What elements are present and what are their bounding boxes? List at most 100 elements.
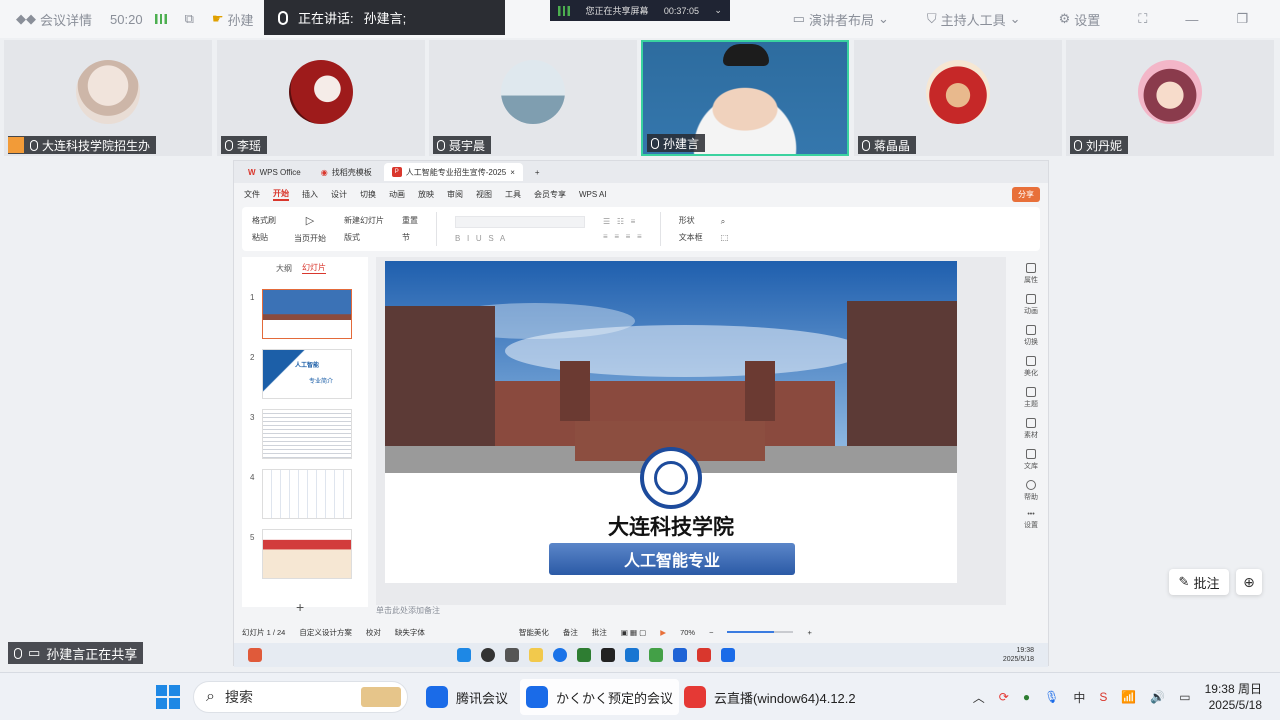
menu-item[interactable]: 工具 (505, 189, 521, 200)
menu-item[interactable]: 插入 (302, 189, 318, 200)
text-format-buttons[interactable]: B I U S A (455, 234, 585, 243)
close-icon[interactable]: × (510, 168, 515, 177)
play-button[interactable]: ▶ (660, 628, 666, 637)
font-family-select[interactable] (455, 215, 585, 228)
animation-tool[interactable]: 动画 (1024, 294, 1038, 316)
beautify-tool[interactable]: 美化 (1024, 356, 1038, 378)
proofread-button[interactable]: 校对 (366, 627, 381, 638)
app-tray-icon[interactable]: ● (1023, 690, 1030, 704)
list-buttons[interactable]: ☰ ☷ ≡ (603, 217, 642, 226)
current-slide[interactable]: 大连科技学院 人工智能专业 (385, 261, 957, 583)
settings-tool[interactable]: ••• 设置 (1024, 511, 1038, 530)
menu-item[interactable]: 设计 (331, 189, 347, 200)
menu-item[interactable]: 审阅 (447, 189, 463, 200)
transition-tool[interactable]: 切换 (1024, 325, 1038, 347)
menu-item[interactable]: 视图 (476, 189, 492, 200)
slide-thumbnail[interactable]: 4 (242, 469, 368, 521)
participant-tile[interactable]: 聂宇晨 (429, 40, 637, 156)
volume-icon[interactable]: 🔊 (1150, 690, 1165, 704)
paste-button[interactable]: 粘贴 (252, 232, 276, 243)
textbox-button[interactable]: 文本框 (679, 232, 703, 243)
slide-thumbnail[interactable]: 5 (242, 529, 368, 581)
tab-outline[interactable]: 大纲 (276, 263, 292, 274)
folder-icon[interactable] (529, 648, 543, 662)
missing-font-button[interactable]: 缺失字体 (395, 627, 425, 638)
menu-item[interactable]: 文件 (244, 189, 260, 200)
section-button[interactable]: 节 (402, 232, 418, 243)
notes-placeholder[interactable]: 单击此处添加备注 (376, 605, 440, 616)
properties-tool[interactable]: 属性 (1024, 263, 1038, 285)
taskbar-app-live-stream[interactable]: 云直播(window64)4.12.2 (678, 679, 862, 715)
layout-button[interactable]: 版式 (344, 232, 384, 243)
app-icon[interactable] (625, 648, 639, 662)
share-button[interactable]: 分享 (1012, 187, 1040, 202)
restore-button[interactable]: ❐ (1236, 11, 1248, 27)
add-slide-button[interactable]: + (296, 599, 304, 615)
new-tab-button[interactable]: + (527, 163, 548, 181)
theme-tool[interactable]: 主题 (1024, 387, 1038, 409)
help-tool[interactable]: 帮助 (1024, 480, 1038, 502)
taskbar-search[interactable]: ⌕ 搜索 (193, 681, 408, 713)
participant-tile[interactable]: 刘丹妮 (1066, 40, 1274, 156)
participant-tile[interactable]: 大连科技学院招生办 (4, 40, 212, 156)
slide-thumbnail[interactable]: 3 (242, 409, 368, 461)
meeting-details-button[interactable]: ◆◆ 会议详情 (16, 10, 92, 29)
zoom-in-icon[interactable]: + (807, 628, 811, 637)
menu-item[interactable]: WPS AI (579, 190, 607, 199)
tencent-meeting-icon[interactable] (721, 648, 735, 662)
taskbar-app-tencent-meeting[interactable]: 腾讯会议 (420, 679, 514, 715)
app-icon[interactable] (601, 648, 615, 662)
screen-share-status[interactable]: 您正在共享屏幕 00:37:05 ⌄ (550, 0, 730, 21)
notes-button[interactable]: 备注 (563, 627, 578, 638)
taskbar-app-scheduled-meeting[interactable]: かくかく预定的会议 (520, 679, 680, 715)
view-buttons[interactable]: ▣ ▦ ▢ (621, 628, 646, 637)
menu-item[interactable]: 放映 (418, 189, 434, 200)
start-icon[interactable] (457, 648, 471, 662)
fullscreen-button[interactable]: ⛶ (1138, 11, 1147, 27)
app-icon[interactable] (673, 648, 687, 662)
design-scheme[interactable]: 自定义设计方案 (299, 627, 352, 638)
task-view-icon[interactable] (505, 648, 519, 662)
wps-icon[interactable] (697, 648, 711, 662)
align-buttons[interactable]: ≡ ≡ ≡ ≡ (603, 232, 642, 241)
search-icon[interactable] (481, 648, 495, 662)
beautify-button[interactable]: 智能美化 (519, 627, 549, 638)
zoom-out-icon[interactable]: − (709, 628, 713, 637)
minimize-button[interactable]: — (1185, 12, 1198, 27)
browser-icon[interactable] (553, 648, 567, 662)
start-button[interactable] (156, 685, 180, 709)
reset-button[interactable]: 重置 (402, 215, 418, 226)
select-icon[interactable]: ⬚ (721, 233, 729, 242)
participant-tile[interactable]: 蒋晶晶 (854, 40, 1062, 156)
system-clock[interactable]: 19:38 周日 2025/5/18 (1205, 681, 1262, 713)
wifi-icon[interactable]: 📶 (1121, 690, 1136, 704)
comments-button[interactable]: 批注 (592, 627, 607, 638)
popout-button[interactable]: ⧉ (185, 11, 194, 27)
app-icon[interactable] (248, 648, 262, 662)
layout-button[interactable]: ▭ 演讲者布局 ⌄ (793, 10, 889, 29)
menu-item[interactable]: 切换 (360, 189, 376, 200)
tab-slides[interactable]: 幻灯片 (302, 262, 326, 274)
from-current-button[interactable]: 当页开始 (294, 233, 326, 244)
shape-button[interactable]: 形状 (679, 215, 703, 226)
app-icon[interactable] (649, 648, 663, 662)
menu-item-active[interactable]: 开始 (273, 188, 289, 201)
wps-tray-icon[interactable]: S (1099, 690, 1107, 704)
active-speaker-tile[interactable]: 孙建言 (641, 40, 849, 156)
host-tools-button[interactable]: ⛉ 主持人工具 ⌄ (927, 10, 1021, 29)
tab-document[interactable]: P 人工智能专业招生宣传-2025 × (383, 163, 523, 181)
zoom-slider[interactable] (727, 631, 794, 633)
assets-tool[interactable]: 素材 (1024, 418, 1038, 440)
app-icon[interactable] (577, 648, 591, 662)
battery-icon[interactable]: ▭ (1179, 690, 1190, 704)
menu-item[interactable]: 会员专享 (534, 189, 566, 200)
chevron-up-icon[interactable]: ︿ (973, 689, 985, 706)
slide-thumbnail[interactable]: 2 人工智能 01 专业简介 (242, 349, 368, 401)
menu-item[interactable]: 动画 (389, 189, 405, 200)
format-painter-button[interactable]: 格式刷 (252, 215, 276, 226)
new-slide-button[interactable]: 新建幻灯片 (344, 215, 384, 226)
zoom-button[interactable]: ⊕ (1236, 569, 1262, 595)
slide-thumbnail[interactable]: 1 (242, 289, 368, 341)
library-tool[interactable]: 文库 (1024, 449, 1038, 471)
settings-button[interactable]: ⚙ 设置 (1059, 10, 1101, 29)
